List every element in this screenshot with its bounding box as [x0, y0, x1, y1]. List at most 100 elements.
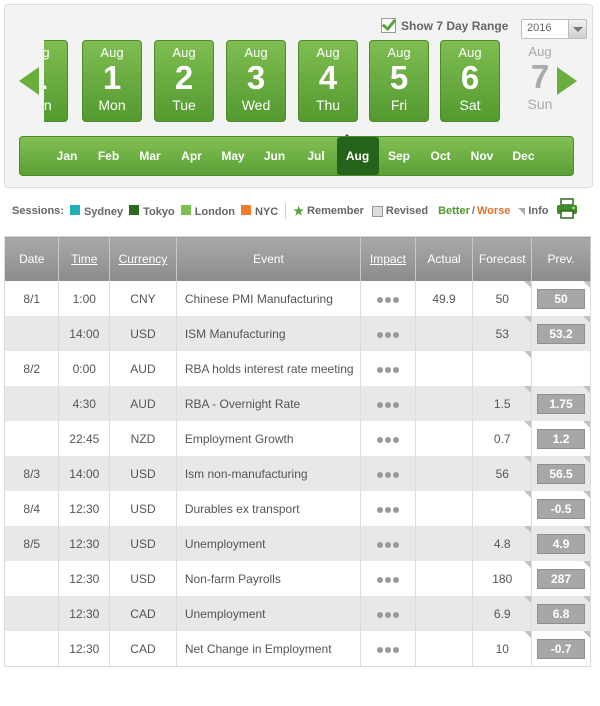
day-num: 1 [102, 59, 122, 96]
event-cell[interactable]: Unemployment [176, 596, 362, 631]
event-cell[interactable]: RBA holds interest rate meeting [176, 351, 362, 386]
impact-dot-icon [384, 541, 391, 548]
month-mar[interactable]: Mar [129, 137, 171, 175]
time-cell: 12:30 [58, 596, 111, 631]
day-card[interactable]: Aug 2 Tue [154, 40, 214, 122]
month-nov[interactable]: Nov [461, 137, 503, 175]
month-aug[interactable]: Aug [336, 137, 379, 175]
table-row[interactable]: 8/1 1:00 CNY Chinese PMI Manufacturing 49.9 5… [4, 281, 591, 316]
event-cell[interactable]: Net Change in Employment [176, 631, 362, 667]
day-card[interactable]: Aug 4 Thu [298, 40, 358, 122]
table-row[interactable]: 8/5 12:30 USD Unemployment 4.8 4.9 [4, 526, 591, 561]
info-corner-icon [524, 631, 532, 638]
event-cell[interactable]: ISM Manufacturing [176, 316, 362, 351]
impact-dot-icon [384, 471, 391, 478]
prev-value: 6.8 [537, 603, 586, 624]
date-cell [4, 631, 60, 667]
event-cell[interactable]: Durables ex transport [176, 491, 362, 526]
worse-label: Worse [476, 205, 511, 217]
actual-cell [415, 491, 474, 526]
info-corner-icon [524, 596, 532, 603]
year-select[interactable]: 2016 [521, 19, 587, 39]
forecast-cell: 1.5 [472, 386, 533, 421]
impact-dot-icon [376, 471, 383, 478]
impact-dot-icon [384, 576, 391, 583]
currency-cell: NZD [109, 421, 177, 456]
table-row[interactable]: 12:30 USD Non-farm Payrolls 180 287 [4, 561, 591, 596]
impact-dot-icon [376, 401, 383, 408]
table-row[interactable]: 22:45 NZD Employment Growth 0.7 1.2 [4, 421, 591, 456]
impact-dot-icon [392, 401, 399, 408]
month-oct[interactable]: Oct [420, 137, 462, 175]
table-row[interactable]: 8/2 0:00 AUD RBA holds interest rate meetin… [4, 351, 591, 386]
event-cell[interactable]: Non-farm Payrolls [176, 561, 362, 596]
printer-icon[interactable] [556, 198, 578, 220]
time-cell: 12:30 [58, 491, 111, 526]
impact-dot-icon [376, 506, 383, 513]
day-card[interactable]: Aug 5 Fri [369, 40, 429, 122]
table-row[interactable]: 4:30 AUD RBA - Overnight Rate 1.5 1.75 [4, 386, 591, 421]
info-corner-icon [524, 316, 532, 323]
event-cell[interactable]: Ism non-manufacturing [176, 456, 362, 491]
table-row[interactable]: 14:00 USD ISM Manufacturing 53 53.2 [4, 316, 591, 351]
header-time[interactable]: Time [58, 236, 111, 281]
prev-arrow-icon[interactable] [19, 67, 39, 95]
date-cell [4, 421, 60, 456]
impact-dot-icon [384, 366, 391, 373]
forecast-cell: 180 [472, 561, 533, 596]
header-currency[interactable]: Currency [109, 236, 177, 281]
currency-cell: USD [109, 456, 177, 491]
table-row[interactable]: 12:30 CAD Net Change in Employment 10 -0.7 [4, 631, 591, 667]
prev-cell: 4.9 [531, 526, 591, 561]
impact-dot-icon [384, 506, 391, 513]
event-cell[interactable]: RBA - Overnight Rate [176, 386, 362, 421]
forecast-value: 50 [495, 291, 509, 306]
currency-cell: CAD [109, 631, 177, 667]
show-7-day-range-toggle[interactable]: Show 7 Day Range [381, 18, 508, 33]
legend-row: Sessions: Sydney Tokyo London NYC ★ Remembe… [12, 202, 549, 220]
day-card[interactable]: Aug 3 Wed [226, 40, 286, 122]
info-corner-icon [583, 386, 590, 393]
date-cell [4, 386, 60, 421]
day-card[interactable]: Aug1Mon [82, 40, 142, 122]
time-cell: 14:00 [58, 456, 111, 491]
month-jul[interactable]: Jul [295, 137, 337, 175]
info-corner-icon [524, 526, 532, 533]
time-cell: 1:00 [58, 281, 111, 316]
actual-cell [415, 631, 474, 667]
next-arrow-icon[interactable] [557, 67, 577, 95]
time-cell: 12:30 [58, 526, 111, 561]
date-cell: 8/1 [4, 281, 60, 316]
chevron-down-icon[interactable] [568, 20, 586, 38]
economic-calendar-table: Date Time Currency Event Impact Actual F… [4, 236, 591, 667]
date-cell [4, 561, 60, 596]
table-row[interactable]: 8/4 12:30 USD Durables ex transport -0.5 [4, 491, 591, 526]
event-cell[interactable]: Unemployment [176, 526, 362, 561]
table-header-row: Date Time Currency Event Impact Actual F… [4, 236, 591, 281]
day-card[interactable]: Aug 7 Sun [510, 40, 554, 122]
info-corner-icon [583, 316, 590, 323]
month-apr[interactable]: Apr [171, 137, 213, 175]
day-card[interactable]: Aug1Mon [44, 40, 68, 122]
actual-cell [415, 456, 474, 491]
currency-cell: AUD [109, 351, 177, 386]
session-swatch-sydney [69, 204, 80, 215]
prev-cell: -0.7 [531, 631, 591, 667]
month-jun[interactable]: Jun [254, 137, 296, 175]
day-card[interactable]: Aug 6 Sat [440, 40, 500, 122]
header-impact[interactable]: Impact [360, 236, 416, 281]
month-jan[interactable]: Jan [46, 137, 88, 175]
table-row[interactable]: 8/3 14:00 USD Ism non-manufacturing 56 56.5 [4, 456, 591, 491]
impact-dot-icon [384, 296, 391, 303]
event-cell[interactable]: Chinese PMI Manufacturing [176, 281, 362, 316]
day-mon: Aug [387, 45, 411, 60]
month-may[interactable]: May [212, 137, 254, 175]
checkbox-checked-icon[interactable] [381, 18, 396, 33]
month-dec[interactable]: Dec [503, 137, 545, 175]
event-cell[interactable]: Employment Growth [176, 421, 362, 456]
table-row[interactable]: 12:30 CAD Unemployment 6.9 6.8 [4, 596, 591, 631]
month-feb[interactable]: Feb [88, 137, 130, 175]
month-sep[interactable]: Sep [378, 137, 420, 175]
day-num: 4 [318, 59, 338, 96]
currency-cell: USD [109, 561, 177, 596]
